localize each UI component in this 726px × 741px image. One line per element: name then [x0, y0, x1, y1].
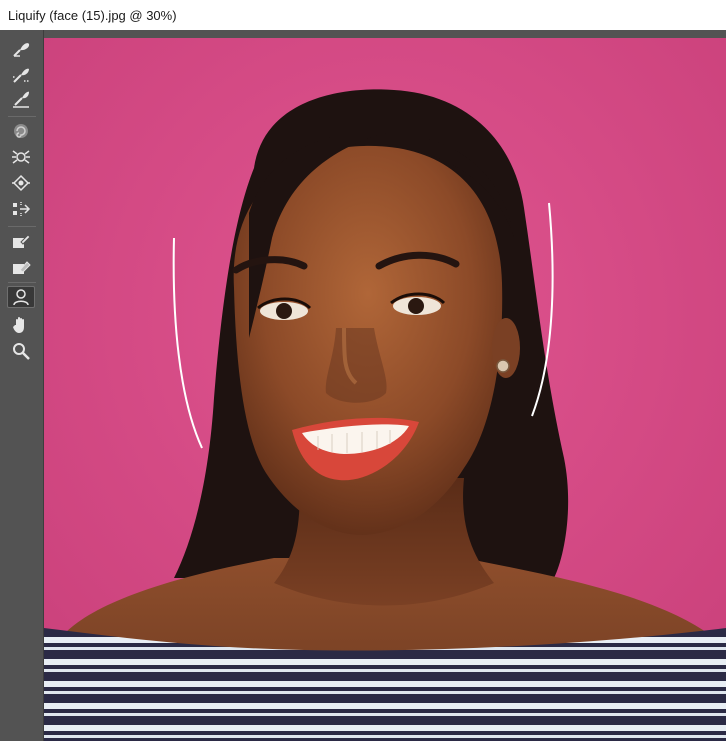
- earring: [496, 359, 510, 373]
- twirl-clockwise-tool-icon[interactable]: [7, 120, 35, 142]
- push-left-tool-icon[interactable]: [7, 198, 35, 220]
- toolbar-separator: [8, 282, 36, 283]
- liquify-toolbar: [0, 30, 44, 741]
- workspace-top-border: [0, 30, 726, 38]
- window-title-bar: Liquify (face (15).jpg @ 30%): [0, 0, 726, 30]
- toolbar-separator: [8, 226, 36, 227]
- bloat-tool-icon[interactable]: [7, 172, 35, 194]
- smooth-tool-icon[interactable]: [7, 88, 35, 110]
- reconstruct-tool-icon[interactable]: [7, 64, 35, 86]
- liquify-canvas[interactable]: [44, 38, 726, 741]
- thaw-mask-tool-icon[interactable]: [7, 256, 35, 278]
- pucker-tool-icon[interactable]: [7, 146, 35, 168]
- face-tool-icon[interactable]: [7, 286, 35, 308]
- zoom-tool-icon[interactable]: [7, 340, 35, 362]
- freeze-mask-tool-icon[interactable]: [7, 230, 35, 252]
- toolbar-separator: [8, 116, 36, 117]
- portrait-image: [44, 38, 726, 741]
- liquify-window: Liquify (face (15).jpg @ 30%): [0, 0, 726, 741]
- window-title: Liquify (face (15).jpg @ 30%): [8, 7, 177, 23]
- forward-warp-tool-icon[interactable]: [7, 38, 35, 60]
- hand-tool-icon[interactable]: [7, 314, 35, 336]
